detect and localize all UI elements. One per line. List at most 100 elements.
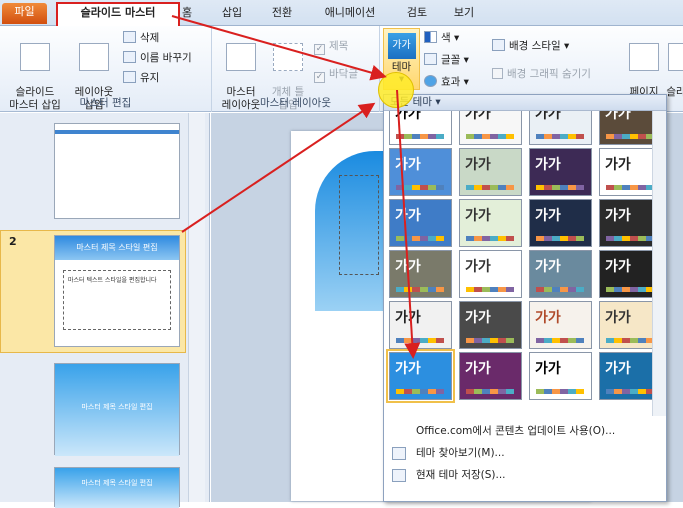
tab-transition[interactable]: 전환	[262, 4, 302, 26]
theme-thumbnail-label: 가가	[535, 157, 561, 173]
theme-thumbnail[interactable]: 가가	[599, 301, 652, 349]
ribbon-tab-bar: 파일 슬라이드 마스터 홈 삽입 전환 애니메이션 검토 보기	[0, 0, 683, 26]
theme-color-swatch	[606, 134, 652, 139]
theme-thumbnail[interactable]: 가가	[529, 111, 592, 145]
theme-thumbnail[interactable]: 가가	[599, 148, 652, 196]
title-checkbox-label: 제목	[329, 40, 349, 52]
footer-checkbox[interactable]: ✓ 바닥글	[314, 66, 358, 83]
menu-save-theme[interactable]: 현재 테마 저장(S)...	[384, 465, 666, 486]
tab-home[interactable]: 홈	[172, 4, 202, 26]
theme-thumbnail-label: 가가	[605, 208, 631, 224]
theme-thumbnail[interactable]: 가가	[389, 199, 452, 247]
theme-color-swatch	[536, 287, 584, 292]
colors-button[interactable]: 색 ▾	[424, 30, 459, 46]
theme-thumbnail-label: 가가	[605, 111, 631, 122]
slide-thumbnail[interactable]	[54, 123, 180, 219]
theme-thumbnail[interactable]: 가가	[529, 250, 592, 298]
tab-file[interactable]: 파일	[2, 3, 47, 24]
background-styles-button[interactable]: 배경 스타일 ▾	[492, 38, 569, 54]
theme-thumbnail[interactable]: 가가	[389, 250, 452, 298]
placeholder-icon	[273, 43, 303, 71]
slide-orientation-button[interactable]: 슬라	[666, 30, 683, 99]
menu-label: 현재 테마 저장(S)...	[416, 469, 506, 481]
title-placeholder[interactable]	[339, 175, 379, 275]
theme-thumbnail-label: 가가	[605, 259, 631, 275]
group-label-master-edit: 마스터 편집	[79, 97, 132, 109]
footer-checkbox-label: 바닥글	[329, 68, 358, 80]
theme-thumbnail[interactable]: 가가	[389, 301, 452, 349]
theme-color-swatch	[396, 338, 444, 343]
preserve-label: 유지	[140, 72, 160, 84]
preserve-button[interactable]: 유지	[123, 70, 159, 86]
background-styles-icon	[492, 39, 505, 51]
theme-thumbnail[interactable]: 가가	[459, 250, 522, 298]
theme-thumbnail[interactable]: 가가	[599, 111, 652, 145]
theme-thumbnail[interactable]: 가가	[529, 148, 592, 196]
slide-thumbnail-panel: 2 마스터 제목 스타일 편집 마스터 텍스트 스타일을 편집합니다 마스터 제…	[0, 113, 210, 508]
hide-background-label: 배경 그래픽 숨기기	[507, 68, 591, 80]
delete-label: 삭제	[140, 32, 160, 44]
theme-thumbnail[interactable]: 가가	[599, 352, 652, 400]
theme-color-swatch	[536, 185, 584, 190]
theme-color-swatch	[396, 236, 444, 241]
tab-view[interactable]: 보기	[444, 4, 484, 26]
theme-thumbnail-label: 가가	[465, 111, 491, 122]
theme-thumbnail-label: 가가	[535, 310, 561, 326]
gallery-scrollbar[interactable]	[652, 111, 666, 416]
theme-thumbnail-label: 가가	[395, 259, 421, 275]
theme-color-swatch	[466, 389, 514, 394]
theme-thumbnail[interactable]: 가가	[529, 352, 592, 400]
thumb-title: 마스터 제목 스타일 편집	[55, 468, 179, 508]
slide-thumbnail[interactable]: 마스터 제목 스타일 편집	[54, 467, 180, 508]
theme-thumbnail[interactable]: 가가	[529, 199, 592, 247]
delete-button[interactable]: 삭제	[123, 30, 159, 46]
theme-thumbnail-label: 가가	[395, 361, 421, 377]
title-checkbox[interactable]: ✓ 제목	[314, 38, 349, 55]
hide-background-checkbox[interactable]: 배경 그래픽 숨기기	[492, 66, 591, 82]
theme-thumbnail[interactable]: 가가	[459, 148, 522, 196]
slide-master-icon	[20, 43, 50, 71]
slide-thumbnail[interactable]: 마스터 제목 스타일 편집	[54, 363, 180, 456]
theme-icon: 가가	[387, 33, 416, 59]
tab-animation[interactable]: 애니메이션	[315, 4, 385, 26]
theme-thumbnail[interactable]: 가가	[459, 301, 522, 349]
theme-thumbnail[interactable]: 가가	[599, 250, 652, 298]
tab-insert[interactable]: 삽입	[212, 4, 252, 26]
colors-icon	[424, 31, 437, 43]
fonts-icon	[424, 53, 437, 65]
rename-button[interactable]: 이름 바꾸기	[123, 50, 192, 66]
effects-label: 효과	[441, 76, 461, 88]
thumb-title: 마스터 제목 스타일 편집	[55, 364, 179, 456]
theme-thumbnail-label: 가가	[535, 259, 561, 275]
thumbnail-scrollbar[interactable]	[188, 113, 205, 502]
fonts-button[interactable]: 글꼴 ▾	[424, 52, 469, 68]
theme-thumbnail[interactable]: 가가	[389, 148, 452, 196]
theme-thumbnail[interactable]: 가가	[599, 199, 652, 247]
theme-color-swatch	[466, 185, 514, 190]
tab-review[interactable]: 검토	[397, 4, 437, 26]
thumb-title: 마스터 제목 스타일 편집	[55, 236, 179, 260]
theme-color-swatch	[536, 338, 584, 343]
folder-icon	[392, 447, 406, 460]
theme-thumbnail[interactable]: 가가	[529, 301, 592, 349]
theme-thumbnail-label: 가가	[605, 361, 631, 377]
selected-slide-thumbnail[interactable]: 마스터 제목 스타일 편집 마스터 텍스트 스타일을 편집합니다	[54, 235, 180, 347]
menu-browse-themes[interactable]: 테마 찾아보기(M)...	[384, 443, 666, 464]
effects-button[interactable]: 효과 ▾	[424, 74, 469, 90]
theme-thumbnail[interactable]: 가가	[386, 349, 455, 403]
theme-thumbnail[interactable]: 가가	[459, 111, 522, 145]
theme-thumbnail[interactable]: 가가	[459, 352, 522, 400]
theme-color-swatch	[466, 134, 514, 139]
gallery-header: 모든 테마 ▾	[384, 95, 666, 111]
tab-slide-master[interactable]: 슬라이드 마스터	[56, 2, 180, 26]
highlight-circle	[378, 72, 414, 108]
theme-thumbnail-label: 가가	[605, 310, 631, 326]
slide-orientation-label: 슬라	[666, 86, 683, 98]
theme-thumbnail-label: 가가	[465, 361, 491, 377]
theme-thumbnail-label: 가가	[605, 157, 631, 173]
theme-thumbnail[interactable]: 가가	[389, 111, 452, 145]
theme-color-swatch	[396, 287, 444, 292]
menu-office-update[interactable]: Office.com에서 콘텐츠 업데이트 사용(O)...	[384, 421, 666, 442]
thumb-body: 마스터 텍스트 스타일을 편집합니다	[63, 270, 171, 330]
theme-thumbnail[interactable]: 가가	[459, 199, 522, 247]
